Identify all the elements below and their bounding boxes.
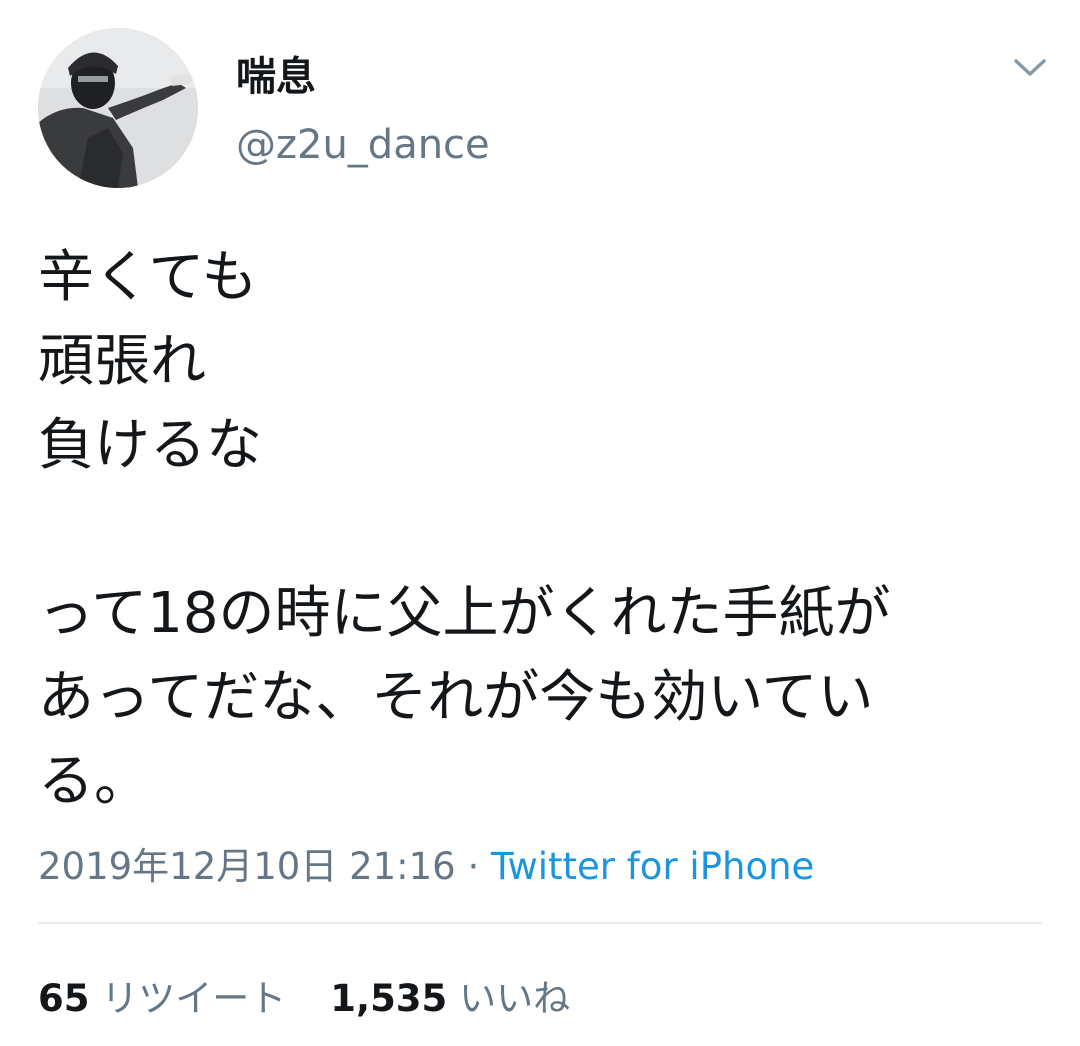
user-handle[interactable]: @z2u_dance [236,122,490,168]
tweet-line: る。 [38,749,150,814]
tweet-line: 辛くても [38,245,258,310]
retweets-stat[interactable]: 65 リツイート [38,977,286,1020]
timestamp[interactable]: 2019年12月10日 21:16 [38,845,456,888]
tweet-line: あってだな、それが今も効いてい [38,665,874,730]
likes-stat[interactable]: 1,535 いいね [330,977,570,1020]
tweet-stats: 65 リツイート 1,535 いいね [38,968,570,1022]
likes-label: いいね [459,977,571,1020]
chevron-down-icon[interactable] [1010,52,1050,82]
tweet-meta: 2019年12月10日 21:16 · Twitter for iPhone [38,836,814,890]
tweet-line: 負けるな [38,413,262,478]
likes-count: 1,535 [330,977,448,1020]
meta-separator: · [467,845,480,888]
retweets-count: 65 [38,977,90,1020]
display-name[interactable]: 喘息 [236,44,316,102]
avatar[interactable] [38,28,198,188]
profile-photo-icon [38,28,198,188]
tweet-text: 辛くても 頑張れ 負けるな って18の時に父上がくれた手紙が あってだな、それが… [38,236,1048,824]
source-link[interactable]: Twitter for iPhone [491,845,814,888]
tweet-line: 頑張れ [38,329,206,394]
tweet-line: って18の時に父上がくれた手紙が [38,581,891,646]
divider [38,922,1042,924]
tweet-card: 喘息 @z2u_dance 辛くても 頑張れ 負けるな って18の時に父上がくれ… [0,0,1080,1046]
retweets-label: リツイート [101,977,287,1020]
